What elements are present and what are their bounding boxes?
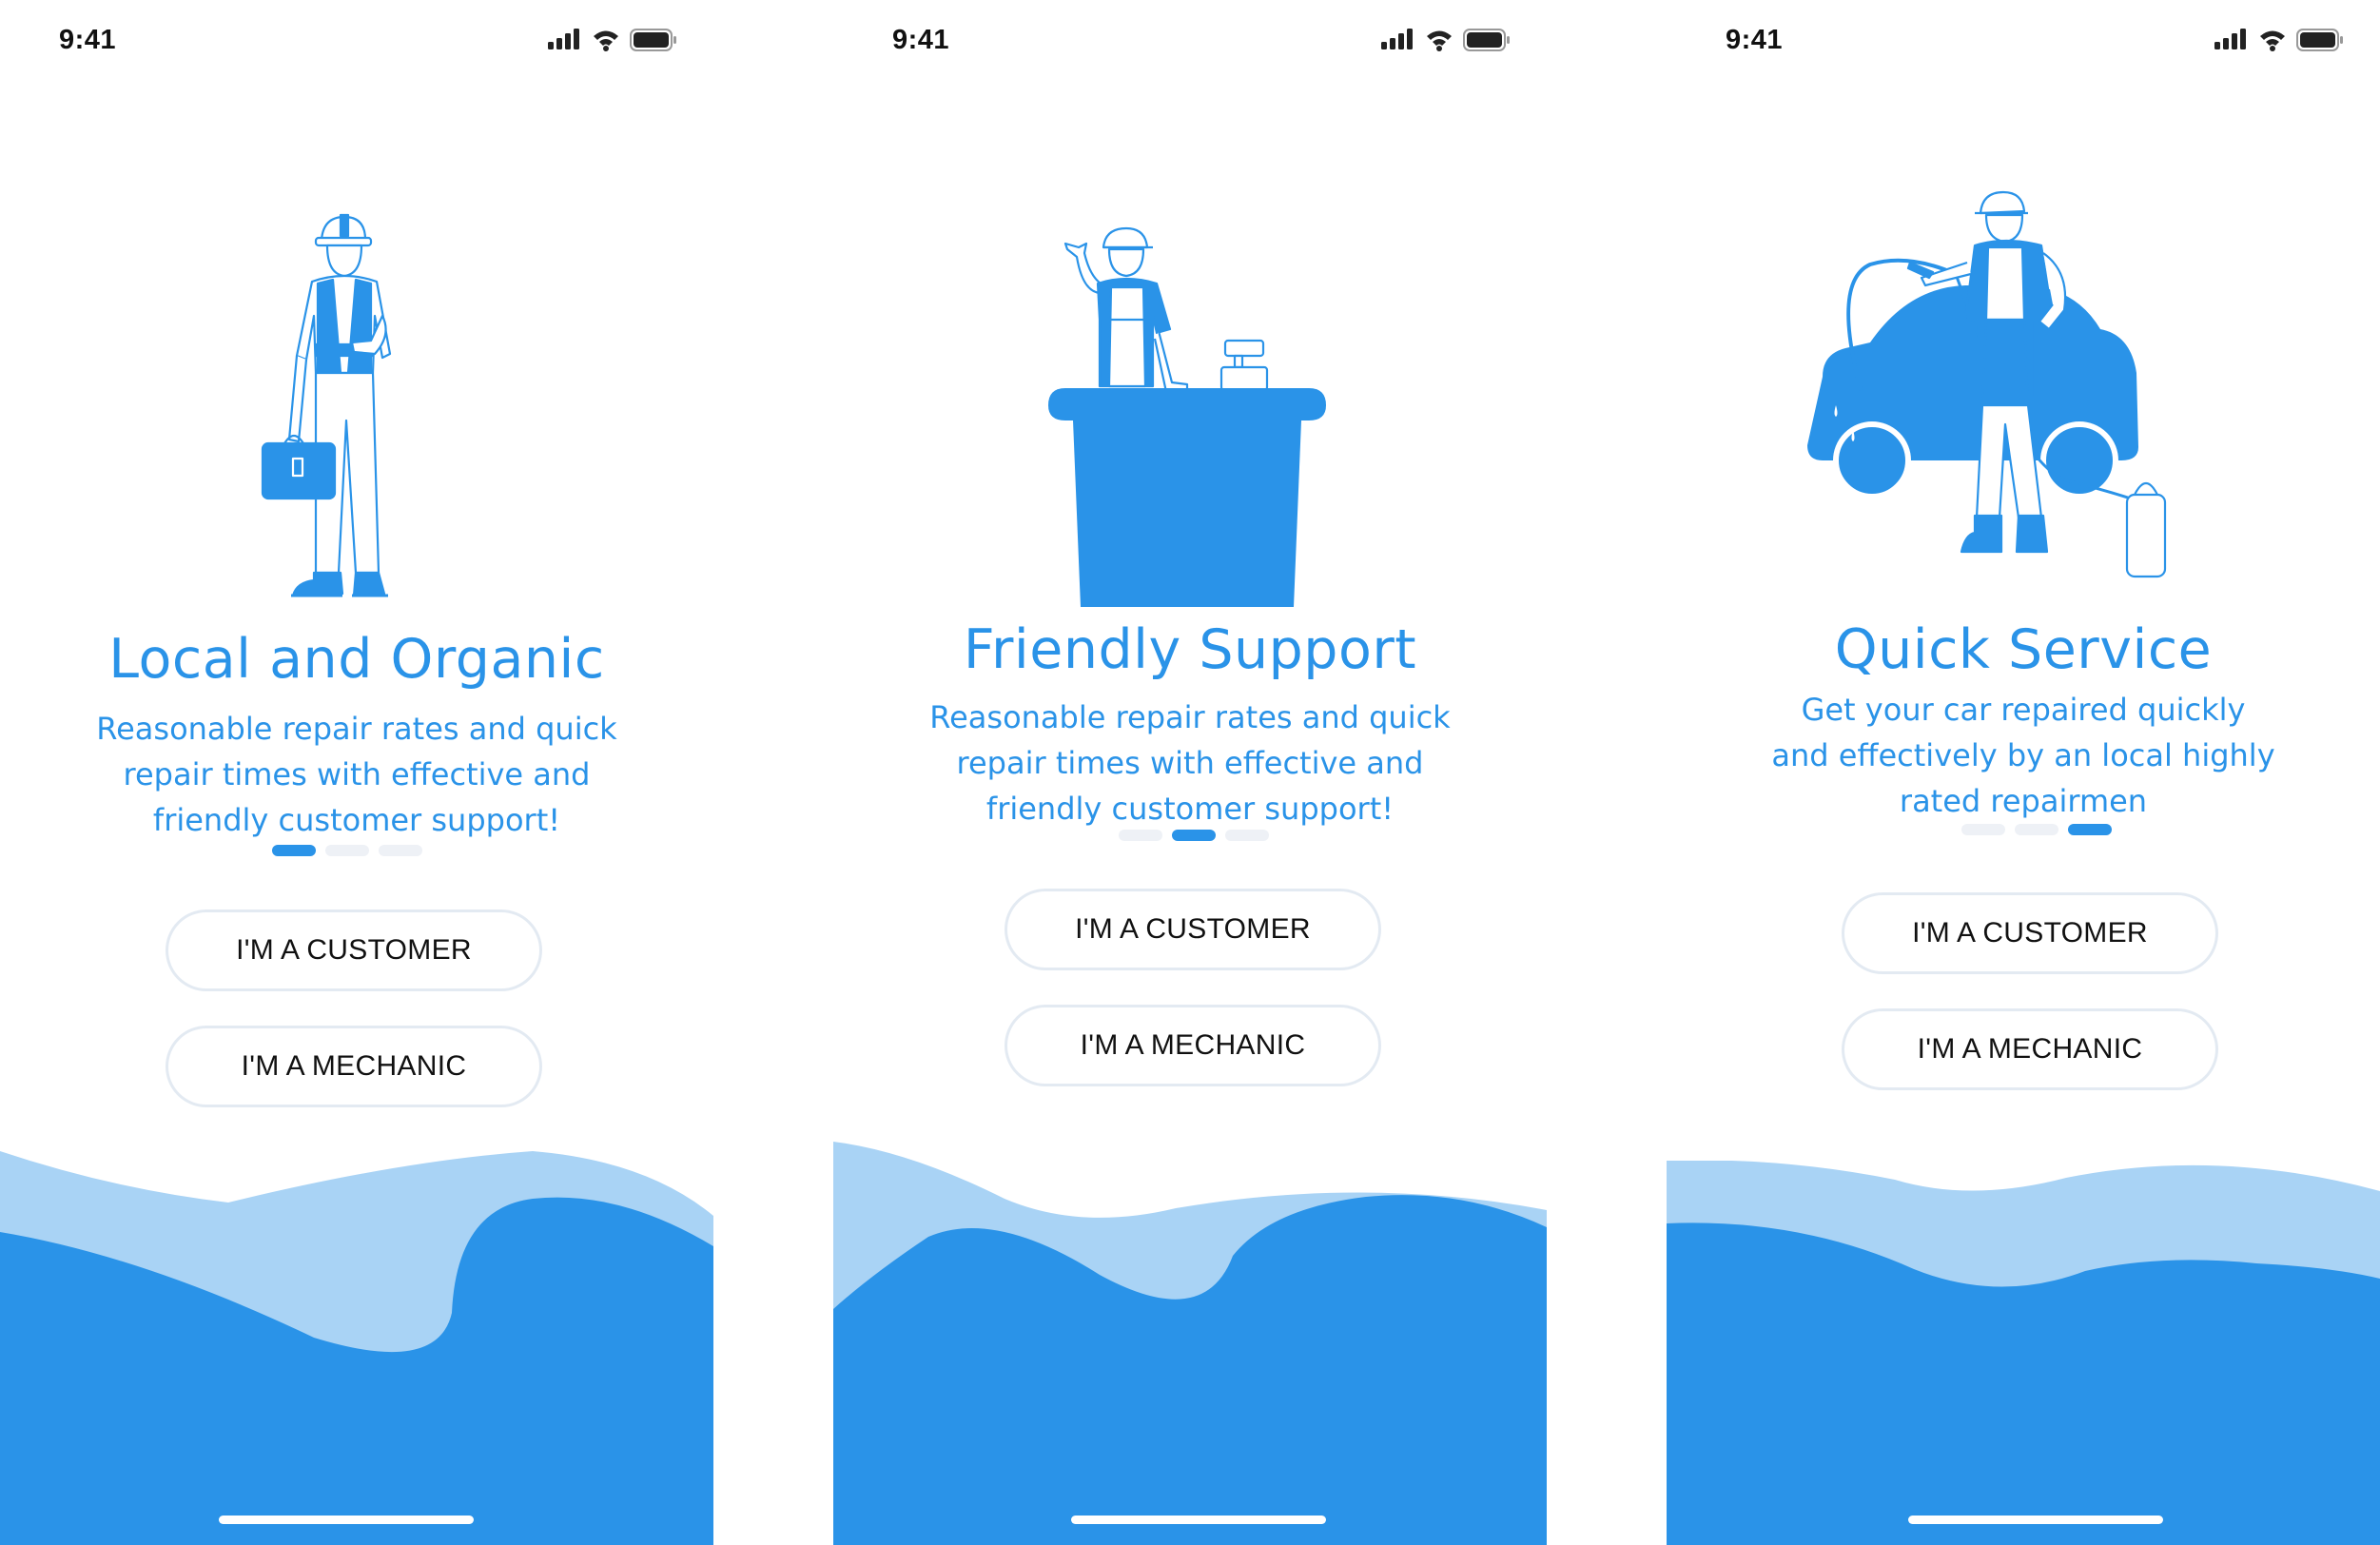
page-dot-1[interactable] <box>272 845 316 856</box>
description-line: and effectively by an local highly <box>1771 737 2275 773</box>
page-indicator <box>1119 830 1271 841</box>
wifi-icon <box>2260 30 2285 51</box>
page-dot-1[interactable] <box>1119 830 1162 841</box>
home-indicator <box>219 1516 474 1524</box>
description-line: Get your car repaired quickly <box>1801 692 2246 728</box>
onboarding-title: Quick Service <box>1834 618 2213 681</box>
onboarding-description: Reasonable repair rates and quick repair… <box>871 694 1509 831</box>
im-a-mechanic-button[interactable]: I'M A MECHANIC <box>1005 1005 1381 1086</box>
onboarding-screen-1: 9:41 Local and Organic Reasonable repair… <box>0 0 713 1545</box>
onboarding-screen-2: 9:41 Friendly Support Reasonable repair … <box>833 0 1547 1545</box>
onboarding-screen-3: 9:41 Quick Service Get your car repaired… <box>1667 0 2380 1545</box>
page-dot-3[interactable] <box>379 845 422 856</box>
page-dot-1[interactable] <box>1961 824 2005 835</box>
signal-icon <box>548 29 579 49</box>
status-time: 9:41 <box>892 25 950 55</box>
im-a-mechanic-button[interactable]: I'M A MECHANIC <box>166 1026 542 1107</box>
onboarding-description: Reasonable repair rates and quick repair… <box>38 706 675 843</box>
battery-icon <box>630 29 676 51</box>
description-line: Reasonable repair rates and quick <box>96 711 617 747</box>
status-time: 9:41 <box>1726 25 1784 55</box>
status-bar: 9:41 <box>0 0 713 86</box>
wave-background <box>0 1151 713 1545</box>
signal-icon <box>2214 29 2246 49</box>
battery-icon <box>2296 29 2343 51</box>
signal-icon <box>1381 29 1413 49</box>
description-line: Reasonable repair rates and quick <box>929 699 1451 735</box>
wifi-icon <box>1427 30 1452 51</box>
im-a-customer-button[interactable]: I'M A CUSTOMER <box>1842 892 2218 974</box>
page-indicator <box>272 845 424 856</box>
battery-icon <box>1463 29 1510 51</box>
page-dot-3[interactable] <box>2068 824 2112 835</box>
support-desk-clerk-illustration <box>1048 226 1326 607</box>
home-indicator <box>1908 1516 2163 1524</box>
page-dot-3[interactable] <box>1225 830 1269 841</box>
wifi-icon <box>594 30 618 51</box>
wave-background <box>1667 1161 2380 1545</box>
home-indicator <box>1071 1516 1326 1524</box>
car-wash-worker-illustration <box>1807 190 2167 578</box>
wave-background <box>833 1142 1547 1545</box>
mechanic-with-toolbag-illustration <box>261 213 392 597</box>
im-a-customer-button[interactable]: I'M A CUSTOMER <box>1005 889 1381 970</box>
page-dot-2[interactable] <box>1172 830 1216 841</box>
page-dot-2[interactable] <box>325 845 369 856</box>
onboarding-title: Local and Organic <box>108 628 605 691</box>
status-bar: 9:41 <box>833 0 1547 86</box>
page-indicator <box>1961 824 2114 835</box>
im-a-mechanic-button[interactable]: I'M A MECHANIC <box>1842 1008 2218 1090</box>
onboarding-description: Get your car repaired quickly and effect… <box>1705 687 2342 824</box>
page-dot-2[interactable] <box>2015 824 2058 835</box>
im-a-customer-button[interactable]: I'M A CUSTOMER <box>166 909 542 991</box>
status-icons <box>1381 29 1514 57</box>
description-line: repair times with effective and <box>956 745 1424 781</box>
description-line: friendly customer support! <box>152 802 561 838</box>
status-icons <box>2214 29 2348 57</box>
status-time: 9:41 <box>59 25 117 55</box>
description-line: rated repairmen <box>1899 783 2148 819</box>
description-line: friendly customer support! <box>985 791 1395 827</box>
status-bar: 9:41 <box>1667 0 2380 86</box>
onboarding-title: Friendly Support <box>963 618 1417 681</box>
status-icons <box>548 29 681 57</box>
description-line: repair times with effective and <box>123 756 591 792</box>
